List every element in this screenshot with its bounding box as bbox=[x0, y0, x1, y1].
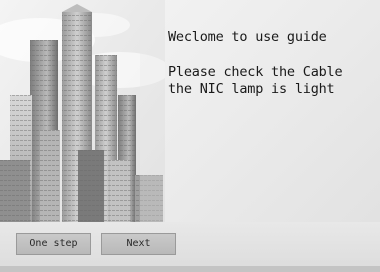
one-step-button[interactable]: One step bbox=[16, 233, 91, 255]
button-bar: One step Next bbox=[0, 222, 380, 272]
instruction-line-2: the NIC lamp is light bbox=[168, 81, 335, 97]
bottom-divider bbox=[0, 266, 380, 272]
instruction-line-1: Please check the Cable bbox=[168, 64, 343, 80]
guide-title: Weclome to use guide bbox=[168, 29, 327, 45]
setup-guide-screen: Weclome to use guide Please check the Ca… bbox=[0, 0, 380, 272]
guide-text: Weclome to use guide Please check the Ca… bbox=[168, 29, 376, 98]
next-button[interactable]: Next bbox=[101, 233, 176, 255]
city-skyline-image bbox=[0, 0, 165, 222]
